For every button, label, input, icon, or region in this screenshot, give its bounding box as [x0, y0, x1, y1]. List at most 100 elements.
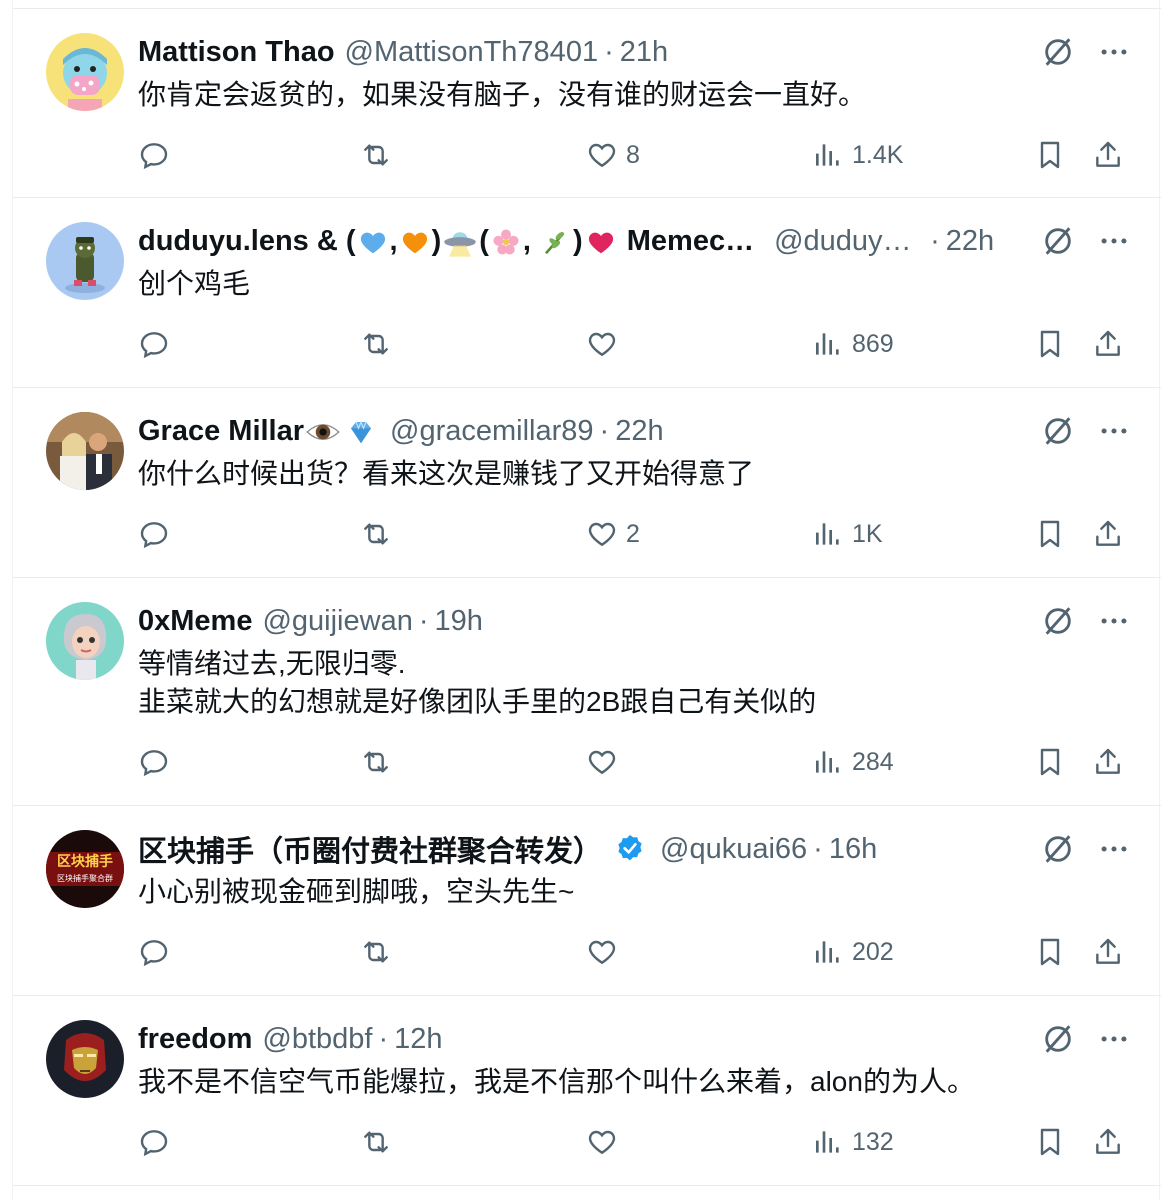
- avatar[interactable]: 区块捕手 区块捕手聚合群: [46, 830, 124, 908]
- tweet-text: 你肯定会返贫的，如果没有脑子，没有谁的财运会一直好。: [138, 76, 1101, 114]
- share-button[interactable]: [1092, 135, 1124, 175]
- retweet-button[interactable]: [360, 742, 392, 782]
- retweet-button[interactable]: [360, 324, 392, 364]
- bookmark-button[interactable]: [1034, 135, 1066, 175]
- orange-heart-emoji-icon: [402, 232, 427, 254]
- reply-timeline: Mattison Thao @MattisonTh78401 · 21h 你肯定…: [12, 0, 1161, 1200]
- avatar[interactable]: [46, 412, 124, 490]
- share-button[interactable]: [1092, 1122, 1124, 1162]
- bookmark-button[interactable]: [1034, 1122, 1066, 1162]
- like-count: 2: [626, 519, 640, 548]
- user-handle[interactable]: @btbdbf: [262, 1023, 372, 1056]
- bookmark-button[interactable]: [1034, 514, 1066, 554]
- grok-icon[interactable]: [1041, 35, 1075, 69]
- verified-badge-icon[interactable]: [614, 833, 646, 865]
- grok-icon[interactable]: [1041, 832, 1075, 866]
- bookmark-icon: [1040, 748, 1060, 776]
- reply-tweet[interactable]: Grace Millar @gracemillar89 · 22h 你什么时候出…: [13, 388, 1161, 578]
- avatar[interactable]: [46, 602, 124, 680]
- views-chart-icon: [816, 144, 839, 166]
- grok-icon[interactable]: [1041, 604, 1075, 638]
- more-options-icon[interactable]: [1097, 414, 1131, 448]
- display-name[interactable]: freedom: [138, 1023, 252, 1056]
- bookmark-icon: [1040, 141, 1060, 169]
- views-chart-icon: [816, 941, 839, 963]
- like-button[interactable]: [586, 1122, 626, 1162]
- share-button[interactable]: [1092, 932, 1124, 972]
- timestamp[interactable]: 12h: [394, 1023, 442, 1056]
- share-button[interactable]: [1092, 324, 1124, 364]
- timestamp[interactable]: 19h: [435, 605, 483, 638]
- timestamp[interactable]: 22h: [946, 225, 994, 258]
- like-button[interactable]: [586, 324, 626, 364]
- tweet-header: duduyu.lens & (,)(, ) Memec… @duduyu… · …: [138, 221, 1031, 261]
- retweet-button[interactable]: [360, 1122, 392, 1162]
- avatar-logo-red-icon: 区块捕手 区块捕手聚合群: [46, 830, 124, 908]
- retweet-button[interactable]: [360, 135, 392, 175]
- more-options-icon[interactable]: [1097, 35, 1131, 69]
- display-name[interactable]: 0xMeme: [138, 605, 252, 638]
- reply-button[interactable]: [138, 324, 170, 364]
- retweet-icon: [364, 144, 388, 166]
- user-handle[interactable]: @qukuai66: [660, 833, 807, 866]
- more-options-icon[interactable]: [1097, 604, 1131, 638]
- avatar[interactable]: [46, 1020, 124, 1098]
- views-button[interactable]: 202: [812, 932, 894, 972]
- separator-dot: ·: [418, 604, 429, 637]
- reply-icon: [140, 750, 168, 777]
- views-button[interactable]: 132: [812, 1122, 894, 1162]
- views-button[interactable]: 284: [812, 742, 894, 782]
- tweet-text: 等情绪过去,无限归零. 韭菜就大的幻想就是好像团队手里的2B跟自己有关似的: [138, 645, 1101, 721]
- reply-button[interactable]: [138, 1122, 170, 1162]
- share-button[interactable]: [1092, 742, 1124, 782]
- reply-button[interactable]: [138, 932, 170, 972]
- name-separator: ,: [389, 224, 398, 257]
- reply-tweet[interactable]: 区块捕手 区块捕手聚合群 区块捕手（币圈付费社群聚合转发） @qukuai66 …: [13, 806, 1161, 996]
- like-button[interactable]: [586, 742, 626, 782]
- retweet-button[interactable]: [360, 932, 392, 972]
- grok-icon[interactable]: [1041, 414, 1075, 448]
- display-name[interactable]: duduyu.lens & (,)(, ) Memec…: [138, 225, 754, 258]
- reply-button[interactable]: [138, 514, 170, 554]
- like-button[interactable]: [586, 932, 626, 972]
- grok-icon[interactable]: [1041, 1022, 1075, 1056]
- views-chart-icon: [816, 1131, 839, 1153]
- tweet-text-line: 韭菜就大的幻想就是好像团队手里的2B跟自己有关似的: [138, 686, 817, 717]
- bookmark-button[interactable]: [1034, 324, 1066, 364]
- user-handle[interactable]: @gracemillar89: [390, 415, 594, 448]
- reply-tweet[interactable]: Mattison Thao @MattisonTh78401 · 21h 你肯定…: [13, 8, 1161, 198]
- views-button[interactable]: 1.4K: [812, 135, 903, 175]
- bookmark-button[interactable]: [1034, 742, 1066, 782]
- avatar-logo-text: 区块捕手: [57, 853, 113, 870]
- like-button[interactable]: 2: [586, 514, 640, 554]
- user-handle[interactable]: @duduyu…: [774, 225, 924, 258]
- reply-tweet[interactable]: duduyu.lens & (,)(, ) Memec… @duduyu… · …: [13, 198, 1161, 388]
- display-name[interactable]: 区块捕手（币圈付费社群聚合转发）: [138, 829, 602, 869]
- reply-button[interactable]: [138, 135, 170, 175]
- more-options-icon[interactable]: [1097, 832, 1131, 866]
- timestamp[interactable]: 16h: [829, 833, 877, 866]
- avatar[interactable]: [46, 222, 124, 300]
- more-options-icon[interactable]: [1097, 1022, 1131, 1056]
- reply-tweet[interactable]: 0xMeme @guijiewan · 19h 等情绪过去,无限归零. 韭菜就大…: [13, 578, 1161, 806]
- share-button[interactable]: [1092, 514, 1124, 554]
- bookmark-button[interactable]: [1034, 932, 1066, 972]
- avatar[interactable]: [46, 33, 124, 111]
- user-handle[interactable]: @guijiewan: [262, 605, 412, 638]
- display-name[interactable]: Mattison Thao: [138, 36, 335, 69]
- like-button[interactable]: 8: [586, 135, 640, 175]
- user-handle[interactable]: @MattisonTh78401: [345, 36, 599, 69]
- more-options-icon[interactable]: [1097, 224, 1131, 258]
- timestamp[interactable]: 22h: [615, 415, 663, 448]
- grok-icon[interactable]: [1041, 224, 1075, 258]
- display-name[interactable]: Grace Millar: [138, 415, 380, 448]
- views-button[interactable]: 1K: [812, 514, 883, 554]
- view-count: 284: [852, 747, 894, 776]
- timestamp[interactable]: 21h: [620, 36, 668, 69]
- avatar-cartoon-face-icon: [46, 33, 124, 111]
- retweet-button[interactable]: [360, 514, 392, 554]
- reply-button[interactable]: [138, 742, 170, 782]
- views-chart-icon: [816, 523, 839, 545]
- reply-tweet[interactable]: freedom @btbdbf · 12h 我不是不信空气币能爆拉，我是不信那个…: [13, 996, 1161, 1186]
- views-button[interactable]: 869: [812, 324, 894, 364]
